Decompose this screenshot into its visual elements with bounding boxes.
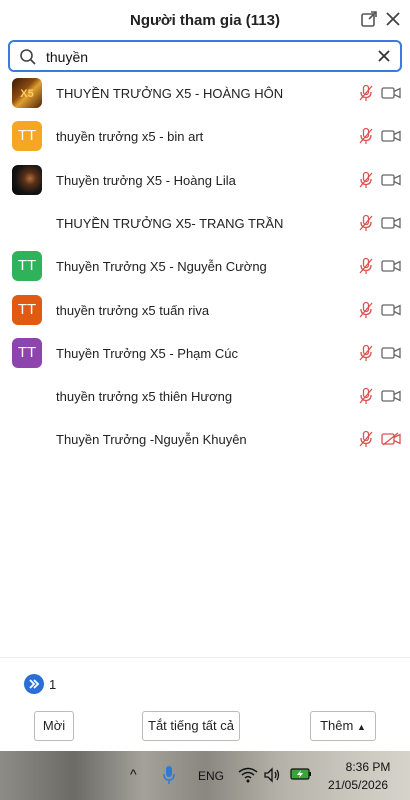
participant-row[interactable]: THUYỀN TRƯỞNG X5- TRANG TRẦN (0, 202, 410, 245)
more-label: Thêm (320, 718, 354, 733)
participant-name: Thuyền Trưởng X5 - Phạm Cúc (56, 346, 238, 361)
avatar: TT (12, 121, 42, 151)
more-button[interactable]: Thêm ▲ (310, 711, 376, 741)
next-page-button[interactable] (24, 674, 44, 694)
camera-disabled-icon[interactable] (381, 432, 401, 446)
camera-icon[interactable] (381, 173, 401, 187)
mic-muted-icon[interactable] (357, 257, 375, 275)
mic-muted-icon[interactable] (357, 214, 375, 232)
participant-row[interactable]: X5 THUYỀN TRƯỞNG X5 - HOÀNG HÔN (0, 72, 410, 115)
mic-muted-icon[interactable] (357, 387, 375, 405)
participant-name: Thuyền Trưởng -Nguyễn Khuyên (56, 432, 247, 447)
taskbar: ^ ENG 8:36 PM 21/05/2026 (0, 751, 410, 800)
participant-row[interactable]: Thuyền Trưởng -Nguyễn Khuyên (0, 418, 410, 461)
participant-name: thuyền trưởng x5 thiên Hương (56, 389, 233, 404)
wifi-icon[interactable] (238, 767, 258, 783)
avatar-image (12, 165, 42, 195)
clear-icon[interactable] (376, 48, 392, 64)
clock-date[interactable]: 21/05/2026 (328, 778, 388, 792)
camera-icon[interactable] (381, 389, 401, 403)
close-icon[interactable] (384, 10, 402, 28)
participant-name: thuyền trưởng x5 tuấn riva (56, 303, 210, 318)
mic-muted-icon[interactable] (357, 171, 375, 189)
page-number: 1 (49, 677, 57, 692)
participant-name: Thuyền trưởng X5 - Hoàng Lila (56, 173, 236, 188)
language-indicator[interactable]: ENG (198, 769, 224, 783)
mic-muted-icon[interactable] (357, 301, 375, 319)
camera-icon[interactable] (381, 129, 401, 143)
battery-charging-icon[interactable] (290, 767, 312, 781)
mic-muted-icon[interactable] (357, 84, 375, 102)
invite-button[interactable]: Mời (34, 711, 74, 741)
avatar-logo-text: X5 (20, 88, 34, 100)
camera-icon[interactable] (381, 86, 401, 100)
mute-all-button[interactable]: Tắt tiếng tất cả (142, 711, 240, 741)
search-value[interactable]: thuyền (46, 49, 88, 65)
participant-row[interactable]: Thuyền trưởng X5 - Hoàng Lila (0, 159, 410, 202)
search-icon (20, 49, 36, 65)
mic-muted-icon[interactable] (357, 127, 375, 145)
participant-row[interactable]: TT Thuyền Trưởng X5 - Phạm Cúc (0, 332, 410, 375)
camera-icon[interactable] (381, 346, 401, 360)
clock-time[interactable]: 8:36 PM (345, 760, 391, 774)
show-hidden-icons-chevron-icon[interactable]: ^ (130, 766, 137, 782)
search-input[interactable]: thuyền (8, 40, 402, 72)
volume-icon[interactable] (263, 767, 283, 783)
participant-row[interactable]: TT Thuyền Trưởng X5 - Nguyễn Cường (0, 245, 410, 288)
microphone-icon[interactable] (162, 765, 176, 785)
participant-row[interactable]: TT thuyền trưởng x5 tuấn riva (0, 289, 410, 332)
panel-title: Người tham gia (113) (130, 12, 280, 29)
participant-name: THUYỀN TRƯỞNG X5- TRANG TRẦN (56, 216, 284, 231)
camera-icon[interactable] (381, 303, 401, 317)
participant-name: thuyền trưởng x5 - bin art (56, 129, 204, 144)
popout-icon[interactable] (360, 10, 378, 28)
mic-muted-icon[interactable] (357, 430, 375, 448)
avatar: TT (12, 251, 42, 281)
pagination: 1 (0, 657, 410, 707)
participant-name: Thuyền Trưởng X5 - Nguyễn Cường (56, 259, 267, 274)
participant-row[interactable]: TT thuyền trưởng x5 - bin art (0, 115, 410, 158)
caret-up-icon: ▲ (356, 722, 366, 732)
panel-header: Người tham gia (113) (0, 0, 410, 40)
avatar: TT (12, 338, 42, 368)
panel-footer: Mời Tắt tiếng tất cả Thêm ▲ (0, 707, 410, 751)
mic-muted-icon[interactable] (357, 344, 375, 362)
camera-icon[interactable] (381, 216, 401, 230)
avatar-image: X5 (12, 78, 42, 108)
double-chevron-right-icon (29, 679, 40, 689)
participant-row[interactable]: thuyền trưởng x5 thiên Hương (0, 375, 410, 418)
avatar: TT (12, 295, 42, 325)
participant-name: THUYỀN TRƯỞNG X5 - HOÀNG HÔN (56, 86, 284, 101)
camera-icon[interactable] (381, 259, 401, 273)
